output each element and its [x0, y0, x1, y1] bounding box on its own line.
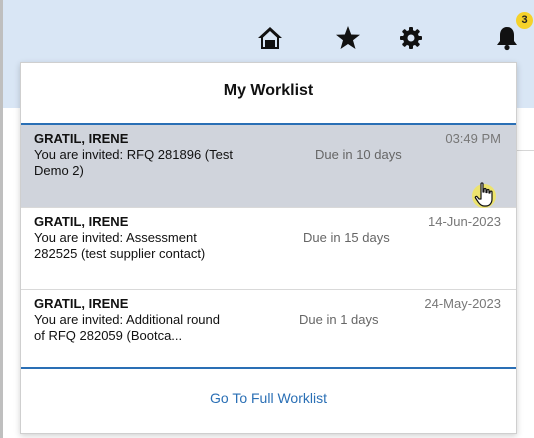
- worklist-item[interactable]: GRATIL, IRENE 03:49 PM You are invited: …: [21, 125, 516, 207]
- worklist-item[interactable]: GRATIL, IRENE 24-May-2023 You are invite…: [21, 290, 516, 367]
- left-border: [0, 0, 3, 438]
- panel-title: My Worklist: [223, 82, 314, 99]
- bell-icon: [497, 27, 517, 51]
- favorites-button[interactable]: [328, 18, 368, 58]
- home-button[interactable]: [250, 18, 290, 58]
- star-icon: [336, 26, 360, 49]
- home-icon: [258, 27, 282, 49]
- item-due-date: Due in 1 days: [299, 312, 379, 327]
- worklist-item[interactable]: GRATIL, IRENE 14-Jun-2023 You are invite…: [21, 208, 516, 289]
- item-due-date: Due in 15 days: [303, 230, 390, 245]
- item-timestamp: 24-May-2023: [424, 296, 501, 311]
- item-description: You are invited: Assessment 282525 (test…: [34, 230, 206, 261]
- item-sender: GRATIL, IRENE: [34, 131, 129, 146]
- item-sender: GRATIL, IRENE: [34, 296, 129, 311]
- item-timestamp: 03:49 PM: [445, 131, 501, 146]
- page: 3 My Worklist GRATIL, IRENE 03:49 PM You…: [0, 0, 534, 438]
- item-due-date: Due in 10 days: [315, 147, 402, 162]
- item-description: You are invited: RFQ 281896 (Test Demo 2…: [34, 147, 233, 178]
- background-divider: [517, 150, 534, 151]
- hand-cursor-icon: [472, 182, 496, 208]
- item-sender: GRATIL, IRENE: [34, 214, 129, 229]
- item-timestamp: 14-Jun-2023: [428, 214, 501, 229]
- full-worklist-link[interactable]: Go To Full Worklist: [21, 385, 516, 411]
- footer-divider: [21, 367, 516, 369]
- settings-button[interactable]: [391, 18, 431, 58]
- notification-badge: 3: [516, 12, 533, 29]
- worklist-panel: My Worklist GRATIL, IRENE 03:49 PM You a…: [20, 62, 517, 434]
- gear-icon: [400, 27, 422, 49]
- item-description: You are invited: Additional round of RFQ…: [34, 312, 220, 343]
